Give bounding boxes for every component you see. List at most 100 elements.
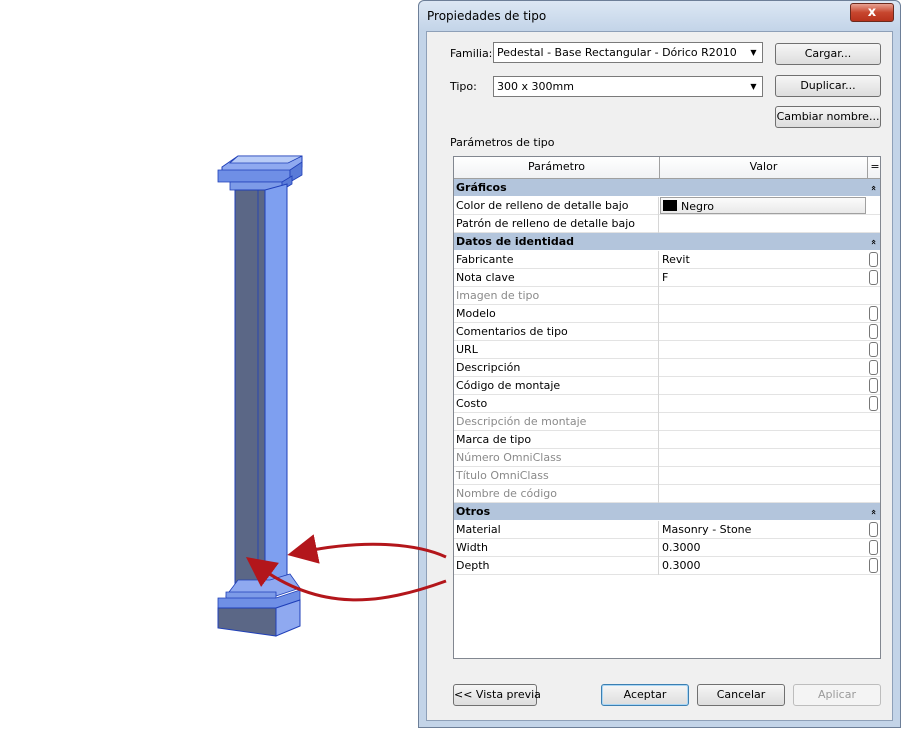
parameter-value-text: 0.3000 xyxy=(662,541,701,554)
color-picker-button[interactable]: Negro xyxy=(660,197,866,214)
3d-viewport[interactable] xyxy=(0,0,420,728)
collapse-icon[interactable]: « xyxy=(864,509,880,515)
parameter-value[interactable]: 0.3000 xyxy=(660,539,866,557)
table-row[interactable]: Comentarios de tipo xyxy=(454,323,880,341)
table-row[interactable]: Fabricante Revit xyxy=(454,251,880,269)
title-bar[interactable]: Propiedades de tipo x xyxy=(419,1,900,31)
table-row[interactable]: Código de montaje xyxy=(454,377,880,395)
apply-button: Aplicar xyxy=(793,684,881,706)
table-row[interactable]: Nota clave F xyxy=(454,269,880,287)
table-row[interactable]: Descripción xyxy=(454,359,880,377)
close-button[interactable]: x xyxy=(850,3,894,22)
family-dropdown[interactable]: Pedestal - Base Rectangular - Dórico R20… xyxy=(493,42,763,63)
type-properties-dialog: Propiedades de tipo x Familia: Pedestal … xyxy=(418,0,901,728)
parameter-name: Marca de tipo xyxy=(454,431,659,449)
parameter-value xyxy=(660,287,866,305)
table-row[interactable]: Descripción de montaje xyxy=(454,413,880,431)
parameter-value[interactable] xyxy=(660,341,866,359)
table-row[interactable]: URL xyxy=(454,341,880,359)
table-row[interactable]: Costo xyxy=(454,395,880,413)
grid-header: Parámetro Valor = xyxy=(454,157,880,179)
parameter-value-text: Masonry - Stone xyxy=(662,523,752,536)
color-swatch-icon xyxy=(663,200,677,211)
parameter-name: Descripción xyxy=(454,359,659,377)
family-value: Pedestal - Base Rectangular - Dórico R20… xyxy=(497,46,737,59)
dialog-client-area: Familia: Pedestal - Base Rectangular - D… xyxy=(426,31,893,721)
duplicate-button[interactable]: Duplicar... xyxy=(775,75,881,97)
table-row[interactable]: Título OmniClass xyxy=(454,467,880,485)
table-row[interactable]: Patrón de relleno de detalle bajo xyxy=(454,215,880,233)
group-header[interactable]: Datos de identidad « xyxy=(454,233,880,251)
parameter-value[interactable] xyxy=(660,395,866,413)
group-name: Otros xyxy=(456,505,491,518)
parameter-value[interactable] xyxy=(660,431,866,449)
parameter-value-text: F xyxy=(662,271,669,284)
formula-edit-button[interactable] xyxy=(869,324,878,339)
parameter-value[interactable]: 0.3000 xyxy=(660,557,866,575)
column-header-value[interactable]: Valor xyxy=(660,157,868,178)
parameter-value[interactable]: Masonry - Stone xyxy=(660,521,866,539)
formula-edit-button[interactable] xyxy=(869,522,878,537)
parameter-name: Width xyxy=(454,539,659,557)
collapse-icon[interactable]: « xyxy=(864,185,880,191)
group-header[interactable]: Gráficos « xyxy=(454,179,880,197)
chevron-down-icon: ▼ xyxy=(750,82,757,91)
type-parameters-title: Parámetros de tipo xyxy=(450,136,555,149)
parameter-name: Fabricante xyxy=(454,251,659,269)
column-header-formula[interactable]: = xyxy=(868,157,880,178)
parameter-value-text: Revit xyxy=(662,253,690,266)
parameter-value-text: 0.3000 xyxy=(662,559,701,572)
parameter-name: Nota clave xyxy=(454,269,659,287)
formula-edit-button[interactable] xyxy=(869,558,878,573)
grid-rows: Gráficos « Color de relleno de detalle baj… xyxy=(454,179,880,575)
collapse-icon[interactable]: « xyxy=(864,239,880,245)
table-row[interactable]: Nombre de código xyxy=(454,485,880,503)
formula-edit-button[interactable] xyxy=(869,306,878,321)
parameter-value xyxy=(660,467,866,485)
parameter-value xyxy=(660,485,866,503)
group-name: Gráficos xyxy=(456,181,507,194)
parameter-name: Imagen de tipo xyxy=(454,287,659,305)
parameter-value[interactable] xyxy=(660,359,866,377)
parameter-value[interactable]: F xyxy=(660,269,866,287)
table-row[interactable]: Depth 0.3000 xyxy=(454,557,880,575)
parameter-value[interactable] xyxy=(660,377,866,395)
parameter-name: Patrón de relleno de detalle bajo xyxy=(454,215,659,233)
parameter-name: Color de relleno de detalle bajo xyxy=(454,197,659,215)
formula-edit-button[interactable] xyxy=(869,270,878,285)
type-value: 300 x 300mm xyxy=(497,80,574,93)
formula-edit-button[interactable] xyxy=(869,396,878,411)
parameter-name: Título OmniClass xyxy=(454,467,659,485)
formula-edit-button[interactable] xyxy=(869,252,878,267)
load-button[interactable]: Cargar... xyxy=(775,43,881,65)
ok-button[interactable]: Aceptar xyxy=(601,684,689,706)
type-dropdown[interactable]: 300 x 300mm ▼ xyxy=(493,76,763,97)
rename-button[interactable]: Cambiar nombre... xyxy=(775,106,881,128)
table-row[interactable]: Color de relleno de detalle bajo Negro xyxy=(454,197,880,215)
table-row[interactable]: Imagen de tipo xyxy=(454,287,880,305)
parameter-value-text: Negro xyxy=(681,200,714,213)
formula-edit-button[interactable] xyxy=(869,342,878,357)
parameter-value xyxy=(660,449,866,467)
parameter-value[interactable] xyxy=(660,305,866,323)
preview-button[interactable]: << Vista previa xyxy=(453,684,541,706)
table-row[interactable]: Modelo xyxy=(454,305,880,323)
type-parameters-grid[interactable]: Parámetro Valor = Gráficos « Color de rell… xyxy=(453,156,881,659)
formula-edit-button[interactable] xyxy=(869,540,878,555)
formula-edit-button[interactable] xyxy=(869,360,878,375)
parameter-value[interactable] xyxy=(660,323,866,341)
parameter-name: Nombre de código xyxy=(454,485,659,503)
column-header-parameter[interactable]: Parámetro xyxy=(454,157,660,178)
table-row[interactable]: Width 0.3000 xyxy=(454,539,880,557)
table-row[interactable]: Material Masonry - Stone xyxy=(454,521,880,539)
table-row[interactable]: Marca de tipo xyxy=(454,431,880,449)
parameter-name: Comentarios de tipo xyxy=(454,323,659,341)
table-row[interactable]: Número OmniClass xyxy=(454,449,880,467)
formula-edit-button[interactable] xyxy=(869,378,878,393)
dialog-title: Propiedades de tipo xyxy=(427,9,547,23)
parameter-value[interactable]: Revit xyxy=(660,251,866,269)
group-header[interactable]: Otros « xyxy=(454,503,880,521)
parameter-name: URL xyxy=(454,341,659,359)
cancel-button[interactable]: Cancelar xyxy=(697,684,785,706)
parameter-value[interactable] xyxy=(660,215,866,233)
